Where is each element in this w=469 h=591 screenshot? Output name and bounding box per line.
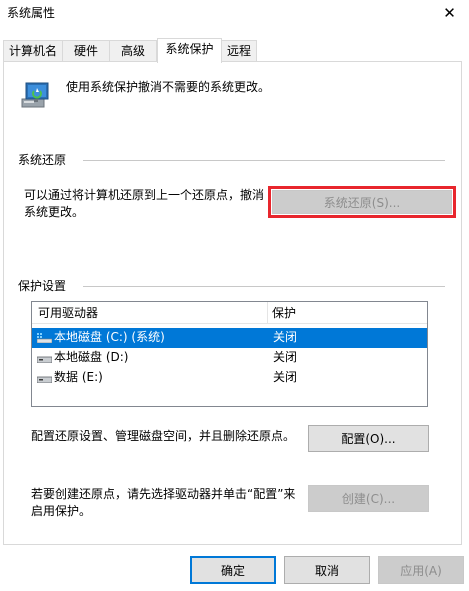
drive-icon — [37, 376, 52, 383]
apply-button[interactable]: 应用(A) — [378, 556, 464, 584]
highlight-annotation — [268, 186, 456, 218]
tab-remote[interactable]: 远程 — [221, 40, 257, 62]
column-header-protection[interactable]: 保护 — [272, 305, 296, 322]
cancel-button[interactable]: 取消 — [284, 556, 370, 584]
ok-button[interactable]: 确定 — [190, 556, 276, 584]
system-properties-window: 系统属性 ✕ 计算机名 硬件 高级 系统保护 远程 使用系统保护撤消不需要的系统… — [0, 0, 469, 591]
drive-protection-status: 关闭 — [273, 330, 298, 344]
drive-list[interactable]: 可用驱动器 保护 本地磁盘 (C:) (系统) 关闭 本地磁盘 (D:) 关闭 — [31, 301, 428, 407]
tab-system-protection[interactable]: 系统保护 — [157, 38, 222, 63]
create-button[interactable]: 创建(C)... — [308, 485, 429, 512]
section-divider — [83, 160, 445, 161]
restore-description-line2: 系统更改。 — [24, 205, 85, 219]
configure-description: 配置还原设置、管理磁盘空间，并且删除还原点。 — [31, 429, 296, 443]
create-description-line1: 若要创建还原点，请先选择驱动器并单击“配置”来 — [31, 487, 296, 501]
system-drive-icon — [37, 333, 52, 343]
window-title: 系统属性 — [7, 6, 56, 20]
tab-strip: 计算机名 硬件 高级 系统保护 远程 — [0, 38, 469, 63]
restore-description-line1: 可以通过将计算机还原到上一个还原点，撤消 — [24, 188, 265, 202]
drive-name: 本地磁盘 (D:) — [54, 350, 129, 364]
drive-name: 数据 (E:) — [54, 370, 103, 384]
column-header-drive[interactable]: 可用驱动器 — [38, 305, 98, 322]
intro-text: 使用系统保护撤消不需要的系统更改。 — [66, 80, 271, 94]
tab-computer-name[interactable]: 计算机名 — [3, 40, 63, 62]
drive-row-c[interactable]: 本地磁盘 (C:) (系统) 关闭 — [32, 328, 427, 348]
column-separator — [267, 302, 268, 324]
tab-hardware[interactable]: 硬件 — [62, 40, 110, 62]
close-icon[interactable]: ✕ — [430, 0, 469, 26]
protection-settings-heading: 保护设置 — [18, 279, 67, 293]
system-restore-heading: 系统还原 — [18, 153, 67, 167]
system-protection-icon — [21, 82, 49, 108]
drive-row-d[interactable]: 本地磁盘 (D:) 关闭 — [32, 348, 427, 368]
drive-list-header: 可用驱动器 保护 — [32, 302, 427, 324]
drive-row-e[interactable]: 数据 (E:) 关闭 — [32, 368, 427, 388]
configure-button[interactable]: 配置(O)... — [308, 425, 429, 452]
tab-advanced[interactable]: 高级 — [109, 40, 157, 62]
create-description-line2: 启用保护。 — [31, 504, 92, 518]
drive-protection-status: 关闭 — [273, 350, 298, 364]
drive-protection-status: 关闭 — [273, 370, 298, 384]
drive-name: 本地磁盘 (C:) (系统) — [54, 330, 165, 344]
drive-icon — [37, 356, 52, 363]
section-divider — [83, 286, 445, 287]
